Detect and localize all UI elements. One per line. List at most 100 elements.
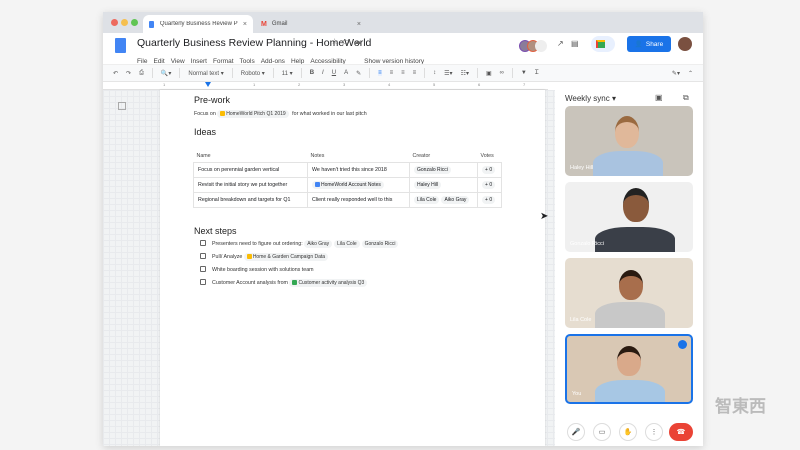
vote-button[interactable]: + 0 xyxy=(476,191,503,208)
line-spacing-icon[interactable]: ↕ xyxy=(433,70,436,76)
picture-in-picture-icon[interactable]: ▣ xyxy=(655,93,663,102)
underline-icon[interactable]: U xyxy=(332,70,336,76)
camera-button[interactable]: ▭ xyxy=(593,423,611,441)
file-chip[interactable]: Customer activity analysis Q3 xyxy=(289,279,368,287)
redo-icon[interactable]: ↷ xyxy=(126,70,131,77)
clear-formatting-icon[interactable]: Ꮖ xyxy=(535,70,539,77)
checkbox[interactable] xyxy=(200,279,206,285)
meeting-title[interactable]: Weekly sync ▾ xyxy=(565,94,616,103)
idea-name[interactable]: Revisit the initial story we put togethe… xyxy=(193,176,308,193)
person-chip[interactable]: Lila Cole xyxy=(414,195,440,204)
participant-name: Haley Hill xyxy=(570,165,594,171)
numbered-list-icon[interactable]: ☷▾ xyxy=(461,70,469,77)
highlight-icon[interactable]: ✎ xyxy=(356,70,361,77)
checklist-item: Pull/ Analyze Home & Garden Campaign Dat… xyxy=(200,253,330,261)
comments-icon[interactable]: ▤ xyxy=(571,39,579,48)
style-select[interactable]: Normal text ▾ xyxy=(188,70,223,77)
close-window-button[interactable] xyxy=(111,19,118,26)
speaking-indicator-icon xyxy=(678,340,687,349)
meet-icon xyxy=(596,40,605,48)
file-chip[interactable]: Home & Garden Campaign Data xyxy=(243,253,329,261)
account-avatar[interactable] xyxy=(678,37,692,51)
close-tab-icon[interactable]: × xyxy=(357,21,361,28)
idea-notes[interactable]: We haven't tried this since 2018 xyxy=(307,161,410,178)
undo-icon[interactable]: ↶ xyxy=(113,70,118,77)
docs-logo-icon[interactable] xyxy=(115,38,126,53)
vote-button[interactable]: + 0 xyxy=(476,161,503,178)
file-chip[interactable]: HomeWorld Account Notes xyxy=(312,180,384,189)
checkbox[interactable] xyxy=(200,266,206,272)
editing-mode-icon[interactable]: ✎▾ xyxy=(672,70,680,77)
document-page[interactable]: Pre-work Focus on HomeWorld Pitch Q1 201… xyxy=(160,90,545,446)
share-button[interactable]: 👤 Share xyxy=(627,36,671,52)
idea-name[interactable]: Regional breakdown and targets for Q1 xyxy=(193,191,308,208)
justify-icon[interactable]: ≡ xyxy=(413,70,417,76)
column-header: Name xyxy=(196,152,211,159)
gmail-icon: M xyxy=(261,20,267,28)
watermark-logo: 智東西 xyxy=(715,397,766,416)
collaborator-avatars[interactable] xyxy=(519,40,547,52)
idea-notes[interactable]: HomeWorld Account Notes xyxy=(307,176,410,193)
outline-icon[interactable] xyxy=(118,102,126,110)
person-chip[interactable]: Aiko Gray xyxy=(304,240,333,248)
checkbox[interactable] xyxy=(200,253,206,259)
meet-button[interactable] xyxy=(591,36,615,52)
star-folder-cloud-icons[interactable]: ☆▭☁ xyxy=(331,37,366,46)
idea-name[interactable]: Focus on perennial garden vertical xyxy=(193,161,308,178)
docs-icon xyxy=(149,20,154,28)
maximize-window-button[interactable] xyxy=(131,19,138,26)
bold-icon[interactable]: B xyxy=(310,70,314,76)
participant-tile[interactable]: Lila Cole xyxy=(565,258,693,328)
person-chip[interactable]: Lila Cole xyxy=(334,240,360,248)
indent-marker[interactable] xyxy=(205,82,211,87)
align-left-icon[interactable]: ≡ xyxy=(378,70,382,76)
participant-tile[interactable]: Gonzalo Ricci xyxy=(565,182,693,252)
image-icon[interactable]: ▣ xyxy=(486,70,492,77)
print-icon[interactable]: ⎙ xyxy=(139,70,144,77)
bulleted-list-icon[interactable]: ☰▾ xyxy=(444,70,452,77)
tab-gmail[interactable]: M Gmail × xyxy=(255,15,367,33)
prework-heading: Pre-work xyxy=(194,95,231,105)
italic-icon[interactable]: I xyxy=(322,70,324,76)
close-tab-icon[interactable]: × xyxy=(243,21,247,28)
activity-icon[interactable]: ↗ xyxy=(557,39,564,48)
prework-text: Focus on HomeWorld Pitch Q1 2019 for wha… xyxy=(194,110,367,118)
zoom-icon[interactable]: 🔍▾ xyxy=(161,70,171,77)
ruler[interactable]: 1 1234567 xyxy=(103,82,548,90)
comment-icon[interactable]: ▼ xyxy=(521,70,527,76)
raise-hand-button[interactable]: ✋ xyxy=(619,423,637,441)
open-in-new-icon[interactable]: ⧉ xyxy=(683,93,689,103)
person-chip[interactable]: Gonzalo Ricci xyxy=(361,240,399,248)
minimize-window-button[interactable] xyxy=(121,19,128,26)
person-chip[interactable]: Haley Hill xyxy=(414,180,442,189)
person-chip[interactable]: Gonzalo Ricci xyxy=(414,165,451,174)
end-call-button[interactable]: ☎ xyxy=(669,423,693,441)
participant-tile-self[interactable]: You xyxy=(565,334,693,404)
person-add-icon: 👤 xyxy=(634,41,643,48)
more-options-button[interactable]: ⋮ xyxy=(645,423,663,441)
align-right-icon[interactable]: ≡ xyxy=(401,70,405,76)
formatting-toolbar: ↶ ↷ ⎙ 🔍▾ Normal text ▾ Roboto ▾ 11 ▾ B I U A ✎… xyxy=(103,64,703,82)
tab-label: Quarterly Business Review Plan xyxy=(159,21,238,27)
font-select[interactable]: Roboto ▾ xyxy=(241,70,265,77)
microphone-button[interactable]: 🎤 xyxy=(567,423,585,441)
link-icon[interactable]: ∞ xyxy=(500,70,504,76)
tab-label: Gmail xyxy=(271,21,288,27)
tab-bar: Quarterly Business Review Plan × M Gmail… xyxy=(103,12,703,33)
ideas-table: Name Notes Creator Votes Focus on perennial… xyxy=(193,150,503,208)
person-chip[interactable]: Aiko Gray xyxy=(441,195,470,204)
vote-button[interactable]: + 0 xyxy=(476,176,503,193)
collapse-icon[interactable]: ⌃ xyxy=(688,70,693,77)
font-size-select[interactable]: 11 ▾ xyxy=(282,70,293,77)
tab-docs[interactable]: Quarterly Business Review Plan × xyxy=(143,15,253,33)
creator-cell: Lila Cole Aiko Gray xyxy=(409,191,478,208)
checkbox[interactable] xyxy=(200,240,206,246)
browser-window: Quarterly Business Review Plan × M Gmail… xyxy=(103,12,703,446)
align-center-icon[interactable]: ≡ xyxy=(390,70,394,76)
table-row: Regional breakdown and targets for Q1 Cli… xyxy=(193,191,503,208)
idea-notes[interactable]: Client really responded well to this xyxy=(307,191,410,208)
file-chip[interactable]: HomeWorld Pitch Q1 2019 xyxy=(217,110,289,118)
participant-tile[interactable]: Haley Hill xyxy=(565,106,693,176)
column-header: Creator xyxy=(412,152,431,159)
text-color-icon[interactable]: A xyxy=(344,70,348,76)
